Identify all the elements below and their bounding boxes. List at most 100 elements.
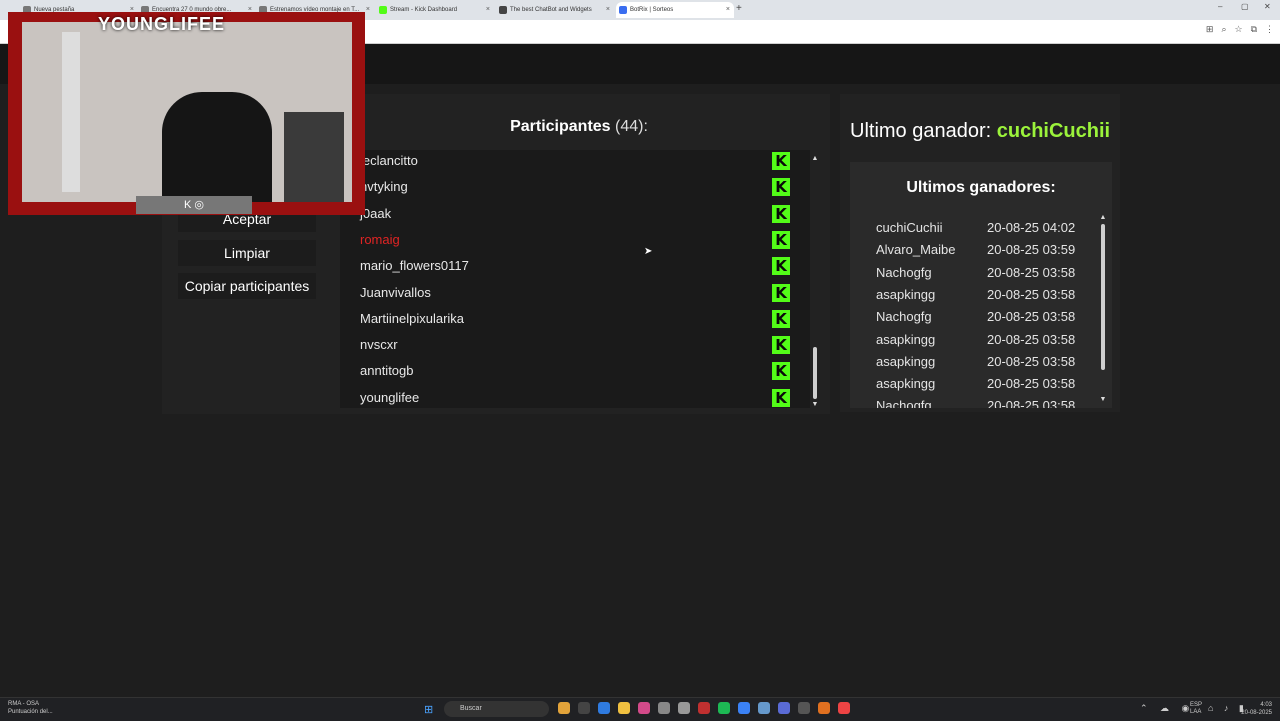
taskbar-apps bbox=[558, 702, 850, 714]
participant-row[interactable]: Juanvivallos K bbox=[340, 282, 810, 308]
tab-title: Stream - Kick Dashboard bbox=[390, 7, 458, 13]
participant-name: nvtyking bbox=[360, 179, 408, 195]
taskbar-app-icon[interactable] bbox=[758, 702, 770, 714]
weather-widget[interactable]: RMA - OSA Puntuación del... bbox=[8, 700, 53, 716]
participant-row[interactable]: mario_flowers0117 K bbox=[340, 255, 810, 281]
taskbar-app-icon[interactable] bbox=[658, 702, 670, 714]
taskbar-app-icon[interactable] bbox=[838, 702, 850, 714]
participants-scroll-thumb[interactable] bbox=[813, 347, 817, 399]
winner-date: 20-08-25 03:58 bbox=[987, 286, 1076, 302]
winner-row: asapkingg 20-08-25 03:58 bbox=[876, 332, 1086, 354]
close-window-button[interactable]: ✕ bbox=[1264, 2, 1271, 11]
windows-start-icon[interactable]: ⊞ bbox=[424, 703, 436, 716]
kick-platform-icon: K bbox=[772, 362, 790, 381]
winner-date: 20-08-25 03:58 bbox=[987, 376, 1076, 392]
taskbar-app-icon[interactable] bbox=[718, 702, 730, 714]
bookmark-star-icon[interactable]: ☆ bbox=[1234, 24, 1242, 35]
scroll-up-arrow-icon[interactable]: ▲ bbox=[811, 155, 819, 162]
winners-scroll-down-icon[interactable]: ▼ bbox=[1099, 396, 1107, 403]
tab-close-icon[interactable]: × bbox=[726, 2, 730, 18]
window-blind bbox=[62, 32, 80, 192]
winner-date: 20-08-25 03:58 bbox=[987, 309, 1076, 325]
tab-title: The best ChatBot and Widgets bbox=[510, 7, 592, 13]
participants-title-label: Participantes bbox=[510, 118, 611, 135]
kick-platform-icon: K bbox=[772, 230, 790, 249]
participants-title: Participantes (44): bbox=[340, 118, 818, 136]
browser-toolbar-icons: ⊞ ⌕ ☆ ⧉ ⋮ bbox=[1206, 24, 1274, 35]
clock[interactable]: 4:03 20-08-2025 bbox=[1241, 701, 1272, 717]
winner-name: asapkingg bbox=[876, 286, 936, 302]
extensions-icon[interactable]: ⧉ bbox=[1251, 24, 1257, 35]
translate-icon[interactable]: ⊞ bbox=[1206, 24, 1214, 35]
taskbar-app-icon[interactable] bbox=[798, 702, 810, 714]
winner-name: Nachogfg bbox=[876, 398, 932, 408]
recent-winners-box[interactable]: Ultimos ganadores: cuchiCuchii 20-08-25 0… bbox=[850, 162, 1112, 408]
participant-name: mario_flowers0117 bbox=[360, 258, 469, 274]
tab-close-icon[interactable]: × bbox=[606, 2, 610, 18]
participant-row[interactable]: nvscxr K bbox=[340, 334, 810, 360]
taskbar-app-icon[interactable] bbox=[698, 702, 710, 714]
participant-row[interactable]: j0aak K bbox=[340, 203, 810, 229]
taskbar-app-icon[interactable] bbox=[558, 702, 570, 714]
language-line-2: LAA bbox=[1190, 709, 1202, 715]
participant-row[interactable]: romaig K bbox=[340, 229, 810, 255]
kick-platform-icon: K bbox=[772, 336, 790, 355]
maximize-button[interactable]: ▢ bbox=[1241, 2, 1249, 11]
winners-scroll-up-icon[interactable]: ▲ bbox=[1099, 214, 1107, 221]
winner-name: asapkingg bbox=[876, 376, 936, 392]
windows-taskbar: RMA - OSA Puntuación del... ⊞ Buscar ⌃ ☁… bbox=[0, 697, 1280, 721]
last-winner-name: cuchiCuchii bbox=[996, 120, 1111, 142]
participants-count: (44): bbox=[615, 118, 648, 135]
tab-close-icon[interactable]: × bbox=[366, 2, 370, 18]
taskbar-app-icon[interactable] bbox=[678, 702, 690, 714]
winners-scrollbar[interactable]: ▲ ▼ bbox=[1099, 214, 1107, 406]
winner-name: cuchiCuchii bbox=[876, 220, 943, 235]
new-tab-button[interactable]: + bbox=[736, 3, 742, 14]
taskbar-app-icon[interactable] bbox=[598, 702, 610, 714]
taskbar-app-icon[interactable] bbox=[638, 702, 650, 714]
browser-tab[interactable]: The best ChatBot and Widgets × bbox=[496, 2, 614, 18]
winner-name: Nachogfg bbox=[876, 264, 932, 280]
last-winner-heading: Ultimo ganador: cuchiCuchii bbox=[850, 120, 1110, 143]
tab-close-icon[interactable]: × bbox=[486, 2, 490, 18]
browser-tab[interactable]: Stream - Kick Dashboard × bbox=[376, 2, 494, 18]
browser-tab[interactable]: BotRix | Sorteos × bbox=[616, 2, 734, 18]
participant-row[interactable]: nvtyking K bbox=[340, 176, 810, 202]
winner-date: 20-08-25 03:58 bbox=[987, 331, 1076, 347]
participant-row[interactable]: Martiinelpixularika K bbox=[340, 308, 810, 334]
winner-row: Nachogfg 20-08-25 03:58 bbox=[876, 309, 1086, 331]
winner-row: Nachogfg 20-08-25 03:58 bbox=[876, 265, 1086, 287]
minimize-button[interactable]: – bbox=[1218, 2, 1222, 11]
participants-list[interactable]: leclancitto Knvtyking Kj0aak K romaig Kmario_… bbox=[340, 150, 810, 408]
winner-name: Alvaro_Maibe bbox=[876, 242, 956, 258]
scroll-down-arrow-icon[interactable]: ▼ bbox=[811, 401, 819, 408]
system-tray-icons[interactable]: ⌃ ☁ ◉ bbox=[1140, 703, 1194, 714]
clock-date: 20-08-2025 bbox=[1241, 710, 1272, 716]
overlay-title: YOUNGLIFEE bbox=[98, 14, 226, 34]
taskbar-app-icon[interactable] bbox=[618, 702, 630, 714]
overlay-social-icons: K ◎ bbox=[136, 196, 252, 214]
menu-icon[interactable]: ⋮ bbox=[1265, 24, 1274, 35]
taskbar-app-icon[interactable] bbox=[738, 702, 750, 714]
language-indicator[interactable]: ESP LAA bbox=[1190, 702, 1202, 716]
zoom-icon[interactable]: ⌕ bbox=[1221, 24, 1226, 35]
participants-scrollbar[interactable]: ▲ ▼ bbox=[811, 155, 819, 410]
webcam-video bbox=[22, 22, 352, 202]
participant-row[interactable]: anntitogb K bbox=[340, 360, 810, 386]
winner-row: asapkingg 20-08-25 03:58 bbox=[876, 376, 1086, 398]
kick-platform-icon: K bbox=[772, 204, 790, 223]
participant-row[interactable]: younglifee K bbox=[340, 387, 810, 408]
taskbar-app-icon[interactable] bbox=[778, 702, 790, 714]
copy-participants-button[interactable]: Copiar participantes bbox=[178, 273, 316, 299]
taskbar-app-icon[interactable] bbox=[818, 702, 830, 714]
winner-date: 20-08-25 03:58 bbox=[987, 264, 1076, 280]
weather-line-2: Puntuación del... bbox=[8, 709, 53, 715]
clear-button[interactable]: Limpiar bbox=[178, 240, 316, 266]
winners-scroll-thumb[interactable] bbox=[1101, 224, 1105, 370]
kick-platform-icon: K bbox=[772, 388, 790, 407]
winner-row: cuchiCuchii 20-08-25 04:02 bbox=[876, 220, 1086, 242]
participant-name: Martiinelpixularika bbox=[360, 310, 465, 326]
participant-row[interactable]: leclancitto K bbox=[340, 150, 810, 176]
taskbar-app-icon[interactable] bbox=[578, 702, 590, 714]
taskbar-search[interactable]: Buscar bbox=[444, 701, 549, 717]
